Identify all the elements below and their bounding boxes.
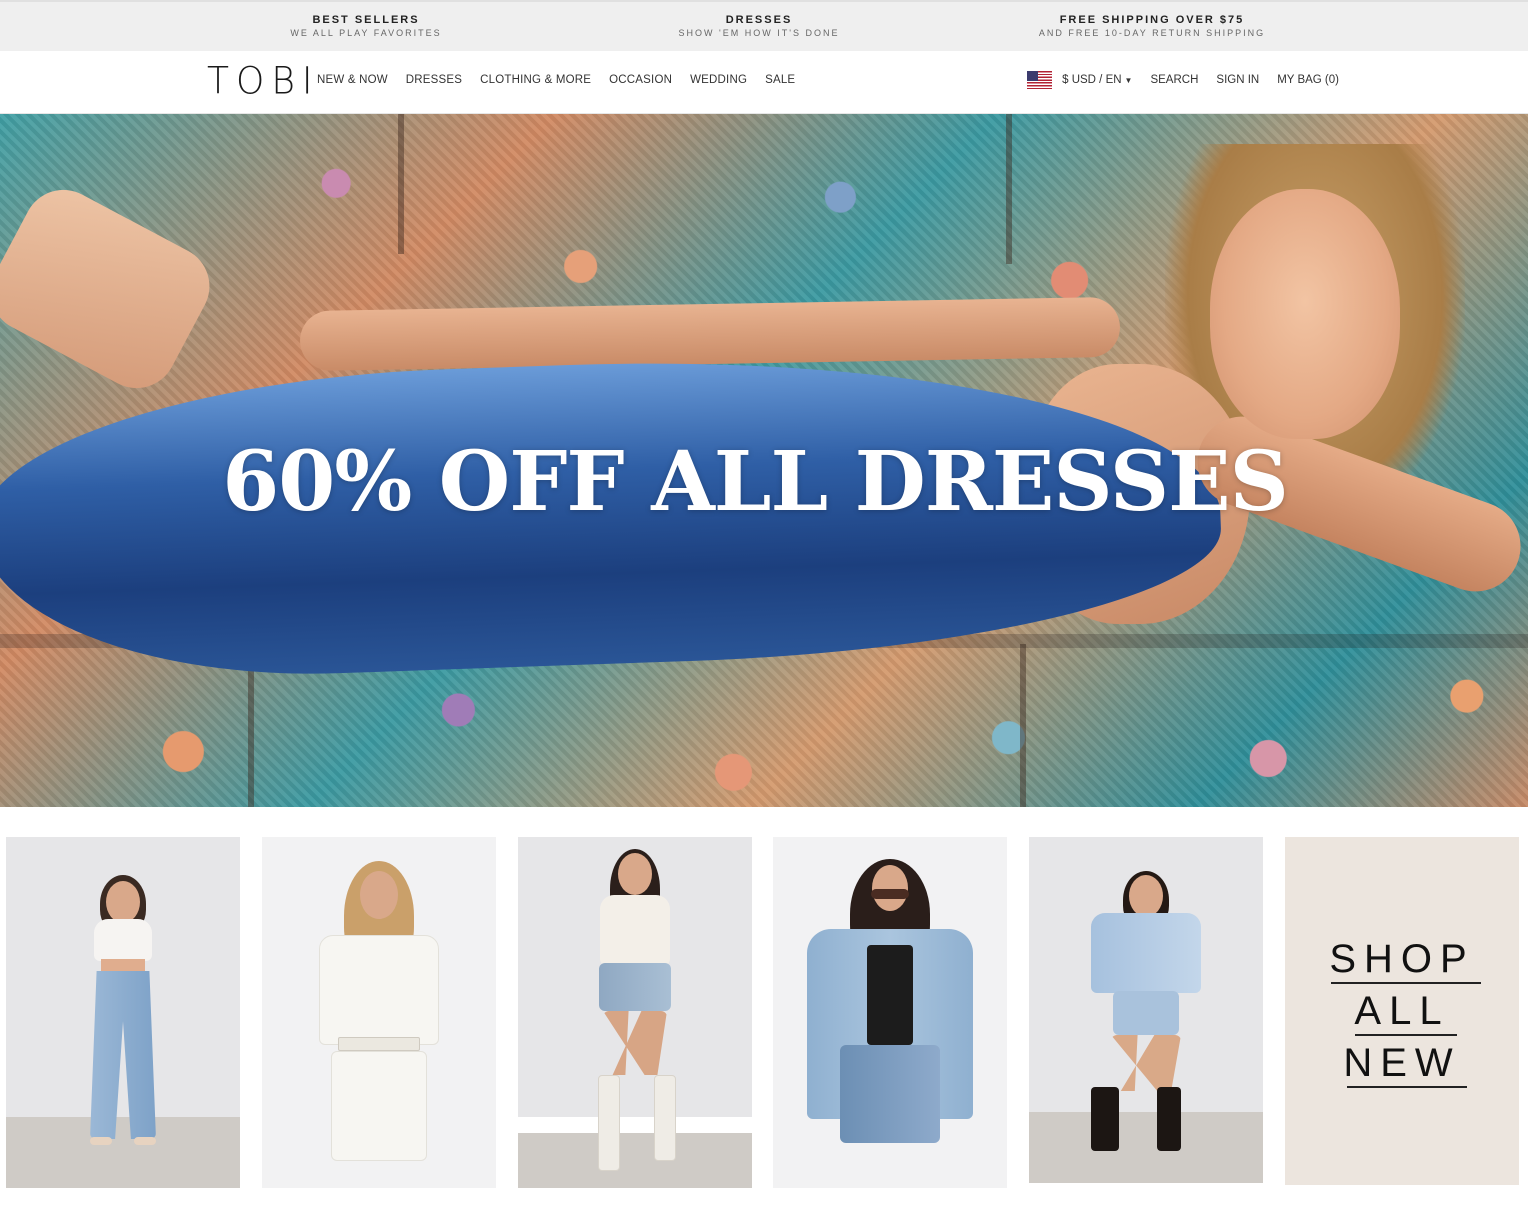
- product-image-floor: [6, 1117, 240, 1188]
- model-denim-romper-shorts: [1113, 991, 1179, 1035]
- utility-nav: $ USD / EN ▼ SEARCH SIGN IN MY BAG (0): [1027, 71, 1339, 89]
- underline: [1347, 1086, 1467, 1088]
- product-card[interactable]: [773, 837, 1007, 1188]
- model-top: [600, 895, 670, 965]
- main-nav: NEW & NOW DRESSES CLOTHING & MORE OCCASI…: [317, 74, 795, 86]
- model-head: [1129, 875, 1163, 917]
- model-shoe: [134, 1137, 156, 1145]
- product-card[interactable]: [262, 837, 496, 1188]
- sofa-seam: [1006, 114, 1012, 264]
- shop-all-new-tile[interactable]: SHOP ALL NEW: [1285, 837, 1519, 1185]
- promo-subtitle: WE ALL PLAY FAVORITES: [290, 28, 442, 38]
- product-image-floor: [1029, 1112, 1263, 1183]
- model-head: [872, 865, 908, 911]
- model-denim-romper-top: [1091, 913, 1201, 993]
- model-arm: [299, 296, 1121, 372]
- model-boot: [598, 1075, 620, 1171]
- sofa-seam: [398, 114, 404, 254]
- currency-label: $ USD / EN: [1062, 74, 1122, 86]
- model-head: [106, 881, 140, 923]
- model-denim-shorts: [840, 1045, 940, 1143]
- site-header: TOBI NEW & NOW DRESSES CLOTHING & MORE O…: [0, 51, 1528, 114]
- sofa-seam: [1020, 644, 1026, 807]
- product-card[interactable]: [1029, 837, 1263, 1188]
- product-image-floor: [518, 1133, 752, 1188]
- model-denim-skirt: [599, 963, 671, 1011]
- hero-headline: 60% OFF ALL DRESSES: [222, 434, 1289, 530]
- model-head: [360, 871, 398, 919]
- sofa-seam: [248, 654, 254, 807]
- nav-item-wedding[interactable]: WEDDING: [690, 74, 747, 86]
- product-card[interactable]: [518, 837, 752, 1188]
- sunglasses-icon: [871, 889, 909, 899]
- nav-item-dresses[interactable]: DRESSES: [406, 74, 462, 86]
- nav-item-clothing-more[interactable]: CLOTHING & MORE: [480, 74, 591, 86]
- shop-all-word: SHOP: [1329, 937, 1475, 981]
- caret-down-icon: ▼: [1124, 75, 1133, 85]
- promo-bar: BEST SELLERS WE ALL PLAY FAVORITES DRESS…: [0, 0, 1528, 51]
- promo-title: FREE SHIPPING OVER $75: [1059, 14, 1245, 26]
- shop-all-word: ALL: [1354, 989, 1450, 1033]
- promo-best-sellers[interactable]: BEST SELLERS WE ALL PLAY FAVORITES: [206, 14, 526, 39]
- model-legs: [0, 175, 224, 403]
- model-boot: [654, 1075, 676, 1161]
- model-head: [618, 853, 652, 895]
- bag-link[interactable]: MY BAG (0): [1277, 74, 1339, 86]
- promo-title: DRESSES: [725, 14, 793, 26]
- promo-subtitle: SHOW 'EM HOW IT'S DONE: [678, 28, 840, 38]
- promo-dresses[interactable]: DRESSES SHOW 'EM HOW IT'S DONE: [599, 14, 919, 39]
- product-card[interactable]: [6, 837, 240, 1188]
- model-dress-skirt: [331, 1051, 427, 1161]
- model-tank: [867, 945, 913, 1045]
- model-face: [1210, 189, 1400, 439]
- hero-banner[interactable]: 60% OFF ALL DRESSES: [0, 114, 1528, 807]
- logo[interactable]: TOBI: [207, 60, 320, 103]
- model-top: [94, 919, 152, 961]
- model-belt: [338, 1037, 420, 1051]
- underline: [1355, 1034, 1457, 1036]
- model-boot: [1157, 1087, 1181, 1151]
- nav-item-new-now[interactable]: NEW & NOW: [317, 74, 388, 86]
- model-waist: [101, 959, 145, 973]
- model-boot: [1091, 1087, 1119, 1151]
- sign-in-link[interactable]: SIGN IN: [1216, 74, 1259, 86]
- promo-free-shipping[interactable]: FREE SHIPPING OVER $75 AND FREE 10-DAY R…: [992, 14, 1312, 39]
- currency-selector[interactable]: $ USD / EN ▼: [1027, 71, 1132, 89]
- nav-item-occasion[interactable]: OCCASION: [609, 74, 672, 86]
- model-shoe: [90, 1137, 112, 1145]
- search-link[interactable]: SEARCH: [1150, 74, 1198, 86]
- shop-all-word: NEW: [1343, 1041, 1461, 1085]
- model-dress-top: [319, 935, 439, 1045]
- nav-item-sale[interactable]: SALE: [765, 74, 795, 86]
- promo-subtitle: AND FREE 10-DAY RETURN SHIPPING: [1038, 28, 1266, 38]
- product-strip: SHOP ALL NEW: [0, 837, 1528, 1188]
- us-flag-icon: [1027, 71, 1053, 89]
- promo-title: BEST SELLERS: [312, 14, 420, 26]
- underline: [1331, 982, 1481, 984]
